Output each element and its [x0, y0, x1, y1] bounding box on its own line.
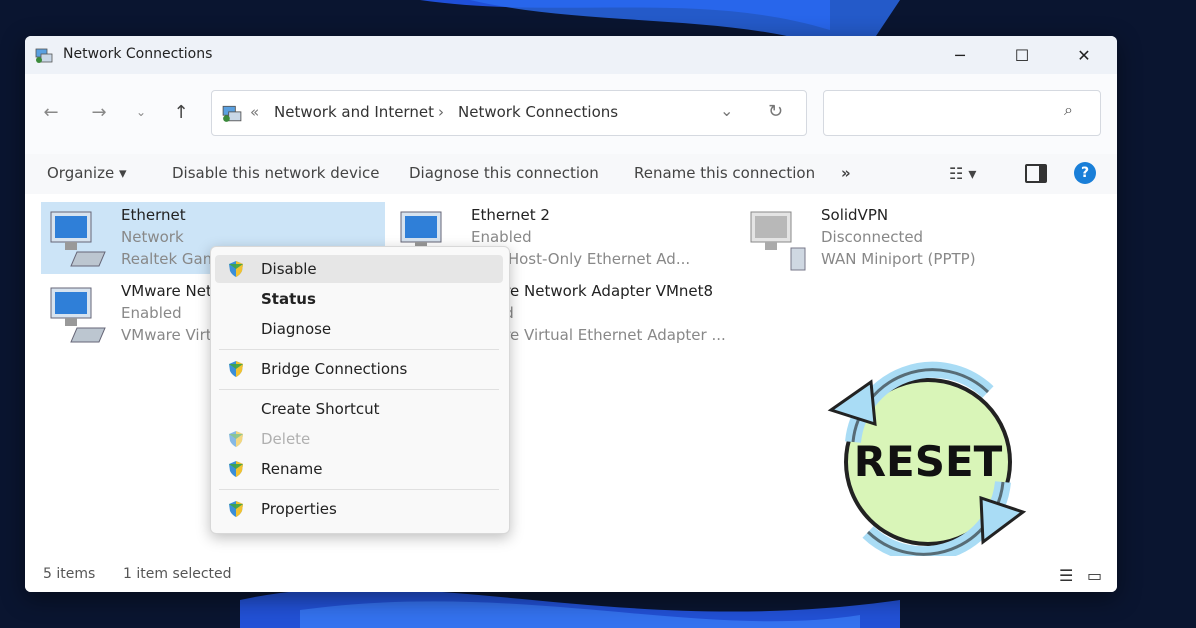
connection-name: Ethernet — [121, 206, 186, 224]
connection-device: WAN Miniport (PPTP) — [821, 250, 976, 268]
minimize-icon: ─ — [955, 45, 965, 65]
forward-button[interactable]: → — [87, 100, 111, 124]
address-bar[interactable]: « Network and Internet › Network Connect… — [211, 90, 807, 136]
item-count: 5 items — [43, 566, 96, 582]
command-bar: Organize ▾ Disable this network device D… — [25, 154, 1117, 195]
help-icon[interactable]: ? — [1074, 162, 1096, 184]
navigation-bar: ← → ⌄ ↑ « Network and Internet › Network… — [25, 74, 1117, 154]
refresh-icon[interactable]: ↻ — [768, 101, 783, 122]
back-button[interactable]: ← — [39, 100, 63, 124]
menu-item-disable[interactable]: Disable — [215, 255, 503, 283]
connections-list: Ethernet Network Realtek Gam Ethernet 2 … — [25, 194, 1117, 563]
connection-name: Ethernet 2 — [471, 206, 550, 224]
diagnose-connection-button[interactable]: Diagnose this connection — [409, 164, 599, 182]
organize-menu[interactable]: Organize ▾ — [47, 164, 127, 182]
disable-device-button[interactable]: Disable this network device — [172, 164, 380, 182]
reset-graphic: RESET — [827, 361, 1027, 563]
back-icon: ← — [43, 101, 59, 123]
reset-text: RESET — [854, 437, 1003, 486]
network-adapter-icon — [50, 287, 106, 343]
network-folder-icon — [35, 48, 53, 63]
menu-separator — [219, 389, 499, 390]
search-icon[interactable]: ⌕ — [1064, 100, 1073, 120]
shield-icon — [229, 431, 243, 447]
minimize-button[interactable]: ─ — [937, 40, 983, 70]
close-icon: ✕ — [1077, 45, 1091, 65]
breadcrumb-network-connections[interactable]: Network Connections — [458, 103, 618, 121]
menu-item-create-shortcut[interactable]: Create Shortcut — [215, 395, 503, 423]
maximize-button[interactable]: ☐ — [999, 40, 1045, 70]
vpn-adapter-icon — [750, 211, 806, 271]
network-adapter-icon — [50, 211, 106, 267]
recent-locations-button[interactable]: ⌄ — [129, 100, 153, 124]
connection-status: Enabled — [471, 228, 532, 246]
shield-icon — [229, 501, 243, 517]
breadcrumb-separator: › — [438, 103, 444, 121]
connection-status: Network — [121, 228, 184, 246]
search-input[interactable] — [832, 99, 1056, 127]
status-bar: 5 items 1 item selected ☰ ▭ — [25, 556, 1117, 592]
connection-device: Realtek Gam — [121, 250, 218, 268]
forward-icon: → — [91, 101, 107, 123]
chevron-down-icon[interactable]: ⌄ — [720, 101, 733, 120]
search-box[interactable]: ⌕ — [823, 90, 1101, 136]
breadcrumb-overflow[interactable]: « — [250, 103, 259, 121]
rename-connection-button[interactable]: Rename this connection — [634, 164, 815, 182]
shield-icon — [229, 461, 243, 477]
shield-icon — [229, 361, 243, 377]
menu-item-bridge-connections[interactable]: Bridge Connections — [215, 355, 503, 383]
title-bar[interactable]: Network Connections ─ ☐ ✕ — [25, 36, 1117, 74]
tiles-view-icon[interactable]: ▭ — [1087, 566, 1102, 585]
maximize-icon: ☐ — [1014, 45, 1030, 65]
menu-item-status[interactable]: Status — [215, 285, 503, 313]
connection-device: VMware Virt — [121, 326, 212, 344]
menu-item-delete: Delete — [215, 425, 503, 453]
connection-device: are Virtual Ethernet Adapter ... — [495, 326, 726, 344]
menu-item-rename[interactable]: Rename — [215, 455, 503, 483]
context-menu: Disable Status Diagnose Bridge Connectio… — [210, 246, 510, 534]
connection-status: Enabled — [121, 304, 182, 322]
window-title: Network Connections — [63, 46, 213, 62]
menu-item-properties[interactable]: Properties — [215, 495, 503, 523]
preview-pane-icon[interactable] — [1025, 164, 1047, 183]
up-icon: ↑ — [173, 101, 189, 123]
connection-name: VMware Net — [121, 282, 212, 300]
recent-icon: ⌄ — [135, 105, 147, 119]
more-commands-button[interactable]: » — [841, 164, 851, 182]
details-view-icon[interactable]: ☰ — [1059, 566, 1073, 585]
view-options-icon[interactable]: ☷ ▾ — [949, 164, 976, 183]
close-button[interactable]: ✕ — [1061, 40, 1107, 70]
network-connections-window: Network Connections ─ ☐ ✕ ← → ⌄ ↑ « Netw… — [25, 36, 1117, 592]
connection-item-solidvpn[interactable]: SolidVPN Disconnected WAN Miniport (PPTP… — [741, 202, 1085, 274]
connection-name: SolidVPN — [821, 206, 889, 224]
connection-name: are Network Adapter VMnet8 — [495, 282, 714, 300]
up-button[interactable]: ↑ — [169, 100, 193, 124]
menu-separator — [219, 349, 499, 350]
shield-icon — [229, 261, 243, 277]
menu-separator — [219, 489, 499, 490]
selection-count: 1 item selected — [123, 566, 232, 582]
connection-status: Disconnected — [821, 228, 924, 246]
network-folder-icon — [222, 105, 242, 122]
menu-item-diagnose[interactable]: Diagnose — [215, 315, 503, 343]
breadcrumb-network-and-internet[interactable]: Network and Internet — [274, 103, 434, 121]
